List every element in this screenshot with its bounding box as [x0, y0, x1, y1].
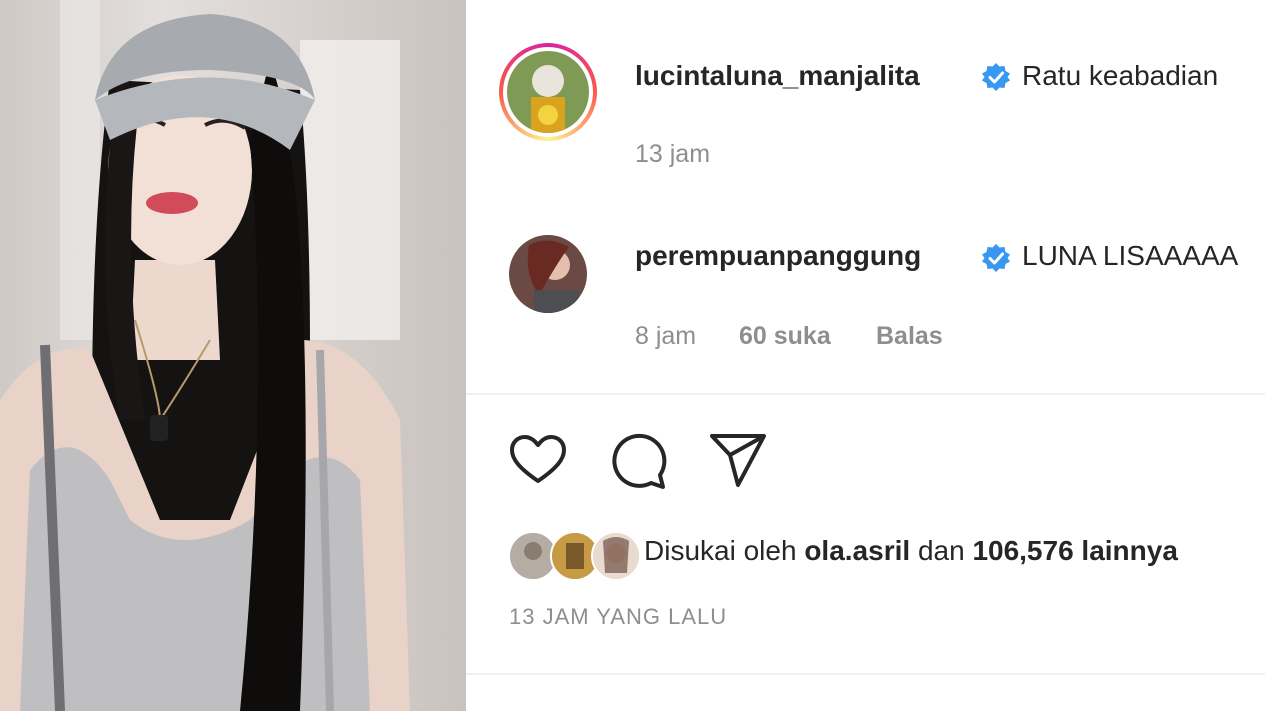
divider	[466, 673, 1265, 675]
comment-username[interactable]: lucintaluna_manjalita	[635, 60, 920, 92]
post-photo	[0, 0, 466, 711]
post-timestamp: 13 JAM YANG LALU	[509, 604, 728, 629]
comment-username[interactable]: perempuanpanggung	[635, 240, 921, 272]
comment-timestamp: 13 jam	[635, 140, 711, 168]
verified-badge-icon	[982, 244, 1010, 272]
comment-timestamp: 8 jam	[635, 322, 697, 350]
liked-by-user-link[interactable]: ola.asril	[804, 535, 910, 566]
comment-like-count[interactable]: 60 suka	[739, 322, 831, 351]
send-icon[interactable]	[708, 430, 770, 492]
liked-by-others-link[interactable]: 106,576 lainnya	[972, 535, 1177, 566]
liked-by-prefix: Disukai oleh	[644, 535, 797, 566]
comment-icon[interactable]	[608, 430, 670, 492]
divider	[466, 393, 1265, 395]
liked-by-text: Disukai oleh ola.asril dan 106,576 lainn…	[644, 535, 1178, 567]
liker-avatar	[591, 531, 641, 581]
comment-text: LUNA LISAAAAA	[1022, 240, 1239, 271]
verified-badge-icon	[982, 63, 1010, 91]
avatar[interactable]	[509, 235, 587, 313]
liked-by-connector: dan	[917, 535, 965, 566]
comments-panel: lucintaluna_manjalita Ratu keabadian 13 …	[466, 0, 1265, 711]
avatar	[507, 51, 589, 133]
heart-icon[interactable]	[507, 430, 569, 492]
avatar-story-ring[interactable]	[499, 43, 597, 141]
comment-text: Ratu keabadian	[1022, 60, 1219, 91]
reply-button[interactable]: Balas	[876, 322, 943, 351]
